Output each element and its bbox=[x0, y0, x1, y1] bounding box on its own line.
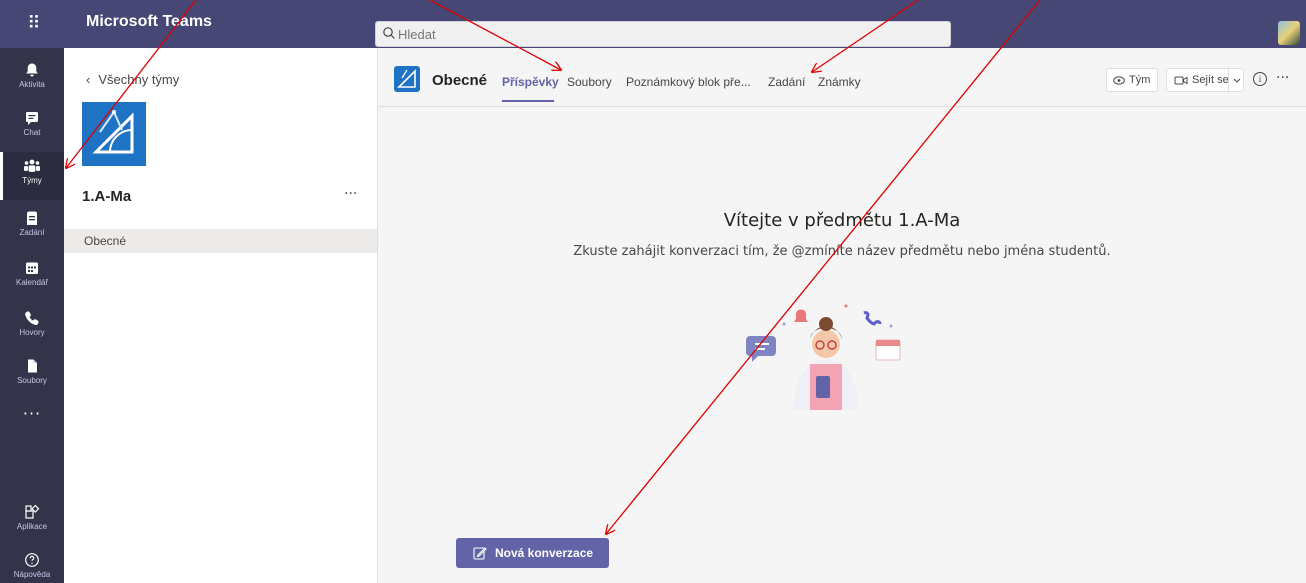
tab-posts[interactable]: Příspěvky bbox=[502, 75, 559, 89]
rail-label: Hovory bbox=[19, 328, 45, 337]
rail-item-assignments[interactable]: Zadání bbox=[0, 204, 64, 252]
rail-label: Týmy bbox=[22, 176, 42, 185]
search-box[interactable] bbox=[375, 21, 951, 47]
app-name: Microsoft Teams bbox=[86, 13, 212, 30]
rail-label: Zadání bbox=[19, 228, 45, 237]
bell-icon bbox=[26, 63, 38, 77]
channel-header: Obecné Příspěvky Soubory Poznámkový blok… bbox=[378, 48, 1306, 107]
tab-assignments[interactable]: Zadání bbox=[768, 75, 805, 89]
avatar[interactable] bbox=[1278, 21, 1300, 45]
calendar-icon bbox=[26, 262, 38, 274]
welcome-title: Vítejte v předmětu 1.A-Ma bbox=[723, 210, 961, 231]
rail-label: Chat bbox=[23, 128, 41, 137]
geometry-tools-icon bbox=[397, 69, 416, 88]
help-icon bbox=[25, 553, 39, 567]
team-name: 1.A-Ma bbox=[82, 188, 132, 205]
assignments-icon bbox=[27, 211, 37, 225]
apps-icon bbox=[25, 504, 40, 519]
team-panel: ‹ Všechny týmy 1.A-Ma ··· Obecné bbox=[64, 48, 378, 583]
phone-icon bbox=[25, 311, 39, 326]
channel-logo bbox=[394, 66, 420, 92]
welcome-subtitle: Zkuste zahájit konverzaci tím, že @zmíní… bbox=[573, 244, 1111, 259]
rail-item-teams[interactable]: Týmy bbox=[0, 152, 64, 200]
compose-icon bbox=[473, 547, 487, 560]
team-more-button[interactable]: ··· bbox=[344, 186, 357, 202]
tab-grades[interactable]: Známky bbox=[818, 75, 861, 89]
tab-class-notebook[interactable]: Poznámkový blok pře... bbox=[626, 75, 751, 89]
team-button[interactable]: Tým bbox=[1106, 68, 1158, 92]
rail-item-calendar[interactable]: Kalendář bbox=[0, 254, 64, 302]
teams-icon bbox=[24, 159, 40, 172]
header-more-button[interactable]: ··· bbox=[1276, 70, 1289, 86]
channel-label: Obecné bbox=[84, 234, 127, 248]
rail-label: Kalendář bbox=[15, 278, 49, 287]
app-launcher-icon[interactable]: ⠿ bbox=[20, 10, 48, 38]
info-icon[interactable]: i bbox=[1253, 72, 1267, 86]
chat-icon bbox=[26, 112, 38, 125]
rail-item-calls[interactable]: Hovory bbox=[0, 304, 64, 352]
rail-item-files[interactable]: Soubory bbox=[0, 352, 64, 400]
channel-name: Obecné bbox=[432, 72, 488, 89]
app-rail: Aktivita Chat Týmy Zadání Kalendář Hovor… bbox=[0, 48, 64, 583]
tab-files[interactable]: Soubory bbox=[567, 75, 612, 89]
meet-button[interactable]: Sejít se bbox=[1166, 68, 1244, 92]
team-logo[interactable] bbox=[82, 102, 146, 166]
video-camera-icon bbox=[1174, 76, 1188, 85]
search-input[interactable] bbox=[398, 25, 938, 43]
rail-item-help[interactable]: Nápověda bbox=[0, 546, 64, 583]
chevron-left-icon: ‹ bbox=[86, 72, 91, 87]
rail-label: Aktivita bbox=[19, 80, 45, 89]
rail-more-button[interactable]: ··· bbox=[0, 404, 64, 423]
rail-item-apps[interactable]: Aplikace bbox=[0, 498, 64, 546]
channel-view: Obecné Příspěvky Soubory Poznámkový blok… bbox=[378, 48, 1306, 583]
all-teams-label: Všechny týmy bbox=[98, 72, 180, 87]
chevron-down-icon[interactable] bbox=[1233, 78, 1241, 83]
eye-icon bbox=[1113, 76, 1125, 85]
teacher-illustration bbox=[746, 304, 901, 410]
all-teams-link[interactable]: ‹ Všechny týmy bbox=[86, 72, 179, 87]
active-tab-indicator bbox=[502, 100, 554, 102]
new-conversation-button[interactable]: Nová konverzace bbox=[456, 538, 609, 568]
channel-item-general[interactable]: Obecné bbox=[64, 229, 377, 253]
new-conversation-label: Nová konverzace bbox=[495, 546, 594, 560]
rail-item-chat[interactable]: Chat bbox=[0, 104, 64, 152]
rail-label: Nápověda bbox=[13, 570, 51, 579]
rail-label: Aplikace bbox=[16, 522, 48, 531]
meet-button-label: Sejít se bbox=[1192, 74, 1229, 86]
rail-item-activity[interactable]: Aktivita bbox=[0, 56, 64, 104]
file-icon bbox=[28, 359, 37, 373]
rail-label: Soubory bbox=[17, 376, 47, 385]
geometry-tools-icon bbox=[92, 110, 134, 154]
meet-split-divider bbox=[1228, 69, 1229, 91]
search-icon bbox=[383, 27, 395, 39]
title-bar: ⠿ Microsoft Teams bbox=[0, 0, 1306, 48]
team-button-label: Tým bbox=[1129, 74, 1151, 86]
